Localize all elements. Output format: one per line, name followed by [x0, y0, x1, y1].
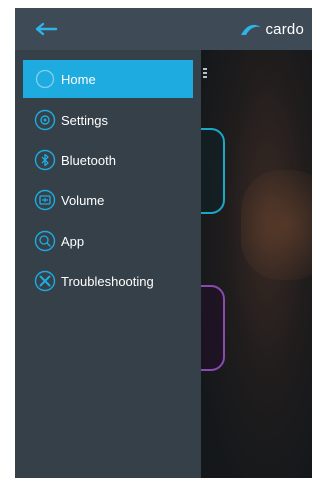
- nav-item-settings[interactable]: Settings: [23, 101, 193, 139]
- arrow-left-icon: [35, 22, 58, 36]
- settings-icon: [34, 109, 56, 131]
- background-glow: [241, 170, 312, 280]
- home-icon: [34, 68, 56, 90]
- background-card-blue: [201, 128, 225, 214]
- troubleshooting-icon: [34, 270, 56, 292]
- nav-item-label: Settings: [61, 112, 108, 128]
- cardo-swoosh-icon: [241, 24, 262, 35]
- nav-item-label: Bluetooth: [61, 152, 116, 168]
- background-card-purple: [201, 285, 225, 371]
- app-screen: cardo Home Settings Bluetooth Volume App…: [15, 8, 312, 478]
- top-bar: cardo: [15, 8, 312, 50]
- nav-item-label: Home: [61, 71, 96, 87]
- background-content: [201, 50, 312, 478]
- brand-name: cardo: [265, 20, 304, 38]
- nav-item-volume[interactable]: Volume: [23, 181, 193, 219]
- nav-item-bluetooth[interactable]: Bluetooth: [23, 141, 193, 179]
- nav-item-label: Troubleshooting: [61, 273, 154, 289]
- brand-logo: cardo: [240, 19, 304, 39]
- nav-item-label: Volume: [61, 192, 105, 208]
- back-button[interactable]: [29, 17, 63, 41]
- nav-item-troubleshooting[interactable]: Troubleshooting: [23, 262, 193, 300]
- nav-item-app[interactable]: App: [23, 222, 193, 260]
- navigation-drawer: Home Settings Bluetooth Volume App Troub…: [15, 50, 201, 478]
- app-icon: [34, 230, 56, 252]
- nav-item-home[interactable]: Home: [23, 60, 193, 98]
- nav-item-label: App: [61, 233, 85, 249]
- volume-icon: [34, 189, 56, 211]
- overflow-menu-icon: [203, 68, 207, 78]
- bluetooth-icon: [34, 149, 56, 171]
